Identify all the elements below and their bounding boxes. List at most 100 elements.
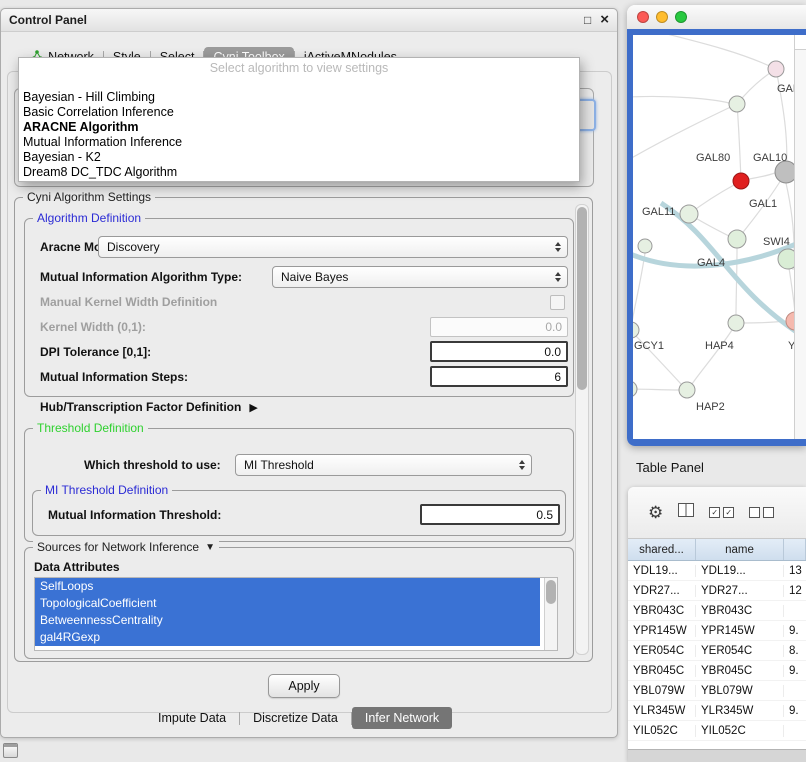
mi-steps-label: Mutual Information Steps: — [40, 370, 188, 384]
network-node[interactable] — [775, 161, 795, 183]
dropdown-item-selected[interactable]: ARACNE Algorithm — [19, 120, 579, 135]
gear-icon[interactable]: ⚙ — [648, 504, 663, 521]
network-node[interactable] — [768, 61, 784, 77]
collapsed-arrow-icon[interactable]: ▶ — [249, 401, 257, 414]
aracne-mode-combobox[interactable]: Discovery — [98, 236, 568, 258]
mi-steps-field[interactable]: 6 — [430, 366, 568, 387]
panel-icon-titlebar — [4, 744, 17, 747]
network-node[interactable] — [778, 249, 795, 269]
dropdown-item[interactable]: Basic Correlation Inference — [19, 105, 579, 120]
float-window-icon[interactable]: □ — [584, 13, 591, 27]
columns-layout-icon[interactable] — [678, 503, 694, 522]
network-edge[interactable] — [663, 35, 776, 69]
network-node[interactable] — [728, 230, 746, 248]
table-toolbar: ⚙ ✓ ✓ — [628, 487, 806, 539]
expanded-arrow-icon[interactable]: ▼ — [205, 542, 215, 553]
control-panel-titlebar[interactable]: Control Panel □ × — [1, 9, 617, 32]
cell: 8. — [784, 645, 806, 657]
mi-threshold-field[interactable]: 0.5 — [420, 504, 560, 525]
table-row[interactable]: YDR27...YDR27...12 — [628, 581, 806, 601]
settings-scrollbar[interactable] — [575, 204, 589, 655]
manual-kernel-width-checkbox[interactable] — [550, 295, 565, 310]
network-node[interactable] — [680, 205, 698, 223]
attribute-item-selected[interactable]: SelfLoops — [35, 578, 540, 595]
tab-discretize-data[interactable]: Discretize Data — [240, 707, 351, 729]
data-attributes-label: Data Attributes — [34, 560, 120, 574]
table-row[interactable]: YER054CYER054C8. — [628, 641, 806, 661]
network-edge[interactable] — [737, 104, 741, 181]
scroll-up-button[interactable] — [795, 35, 806, 50]
network-edge[interactable] — [633, 389, 679, 390]
network-node-label: GAL10 — [753, 152, 787, 164]
network-vertical-scrollbar[interactable] — [794, 35, 806, 439]
network-edge[interactable] — [692, 330, 732, 384]
cell: YDL19... — [628, 565, 696, 577]
data-attributes-list[interactable]: SelfLoops TopologicalCoefficient Between… — [34, 577, 558, 651]
table-row[interactable]: YDL19...YDL19...13 — [628, 561, 806, 581]
network-node[interactable] — [638, 239, 652, 253]
column-header-shared-name[interactable]: shared... — [628, 539, 696, 560]
tab-infer-network[interactable]: Infer Network — [352, 707, 452, 729]
settings-scrollbar-thumb[interactable] — [577, 207, 587, 390]
network-edge[interactable] — [749, 173, 775, 179]
network-view-frame: GALGAL80GAL10GAL11GAL1SWI4GAL4GCY1HAP4YH… — [627, 29, 806, 446]
network-node[interactable] — [728, 315, 744, 331]
column-header-clipped[interactable] — [784, 539, 806, 560]
tab-impute-data[interactable]: Impute Data — [145, 707, 239, 729]
kernel-width-field[interactable]: 0.0 — [430, 317, 568, 337]
deselect-all-icon[interactable] — [749, 507, 774, 518]
attributes-list-scrollbar[interactable] — [544, 578, 557, 650]
apply-button[interactable]: Apply — [268, 674, 340, 698]
network-edge[interactable] — [661, 203, 795, 335]
table-row[interactable]: YBL079WYBL079W — [628, 681, 806, 701]
mi-threshold-label: Mutual Information Threshold: — [48, 508, 221, 522]
dropdown-placeholder-item[interactable]: Select algorithm to view settings — [19, 58, 579, 77]
table-panel-title: Table Panel — [636, 460, 704, 475]
combo-arrows-icon — [555, 272, 561, 282]
network-window-titlebar[interactable] — [627, 5, 806, 30]
dropdown-item[interactable]: Bayesian - K2 — [19, 150, 579, 165]
cell: YBR045C — [628, 665, 696, 677]
close-traffic-light[interactable] — [637, 11, 649, 23]
column-header-name[interactable]: name — [696, 539, 784, 560]
dropdown-item[interactable]: Dream8 DC_TDC Algorithm — [19, 165, 579, 180]
table-row[interactable]: YBR043CYBR043C — [628, 601, 806, 621]
minimize-traffic-light[interactable] — [656, 11, 668, 23]
cell: YDL19... — [696, 565, 784, 577]
minimized-panel-icon[interactable] — [3, 743, 18, 758]
cell: YER054C — [628, 645, 696, 657]
network-node[interactable] — [733, 173, 749, 189]
mi-algorithm-type-combobox[interactable]: Naive Bayes — [272, 266, 568, 288]
close-panel-icon[interactable]: × — [600, 14, 609, 26]
table-row[interactable]: YLR345WYLR345W9. — [628, 701, 806, 721]
table-row[interactable]: YIL052CYIL052C — [628, 721, 806, 741]
cell: YBR043C — [628, 605, 696, 617]
select-all-icon[interactable]: ✓ ✓ — [709, 507, 734, 518]
network-graph[interactable]: GALGAL80GAL10GAL11GAL1SWI4GAL4GCY1HAP4YH… — [633, 35, 795, 439]
network-node[interactable] — [679, 382, 695, 398]
attributes-scrollbar-thumb[interactable] — [546, 580, 556, 604]
attribute-item-selected[interactable]: TopologicalCoefficient — [35, 595, 540, 612]
network-node[interactable] — [633, 381, 637, 397]
table-body: YDL19...YDL19...13 YDR27...YDR27...12 YB… — [628, 561, 806, 741]
dropdown-item[interactable]: Bayesian - Hill Climbing — [19, 90, 579, 105]
network-edge[interactable] — [633, 96, 729, 103]
combo-arrows-icon — [519, 460, 525, 470]
table-row[interactable]: YBR045CYBR045C9. — [628, 661, 806, 681]
cell: 12 — [784, 585, 806, 597]
dropdown-item[interactable]: Mutual Information Inference — [19, 135, 579, 150]
sources-group-title-row[interactable]: Sources for Network Inference ▼ — [33, 540, 219, 554]
which-threshold-combobox[interactable]: MI Threshold — [235, 454, 532, 476]
network-node-label: GAL4 — [697, 257, 725, 269]
network-view-window: GALGAL80GAL10GAL11GAL1SWI4GAL4GCY1HAP4YH… — [627, 5, 806, 446]
network-canvas[interactable]: GALGAL80GAL10GAL11GAL1SWI4GAL4GCY1HAP4YH… — [633, 35, 806, 439]
network-edge[interactable] — [633, 253, 645, 322]
attribute-item-selected[interactable]: BetweennessCentrality — [35, 612, 540, 629]
dpi-tolerance-field[interactable]: 0.0 — [430, 341, 568, 362]
attribute-item-selected[interactable]: gal4RGexp — [35, 629, 540, 646]
zoom-traffic-light[interactable] — [675, 11, 687, 23]
table-row[interactable]: YPR145WYPR145W9. — [628, 621, 806, 641]
hub-definition-section[interactable]: Hub/Transcription Factor Definition ▶ — [40, 400, 258, 414]
network-node[interactable] — [633, 322, 639, 338]
network-node[interactable] — [729, 96, 745, 112]
